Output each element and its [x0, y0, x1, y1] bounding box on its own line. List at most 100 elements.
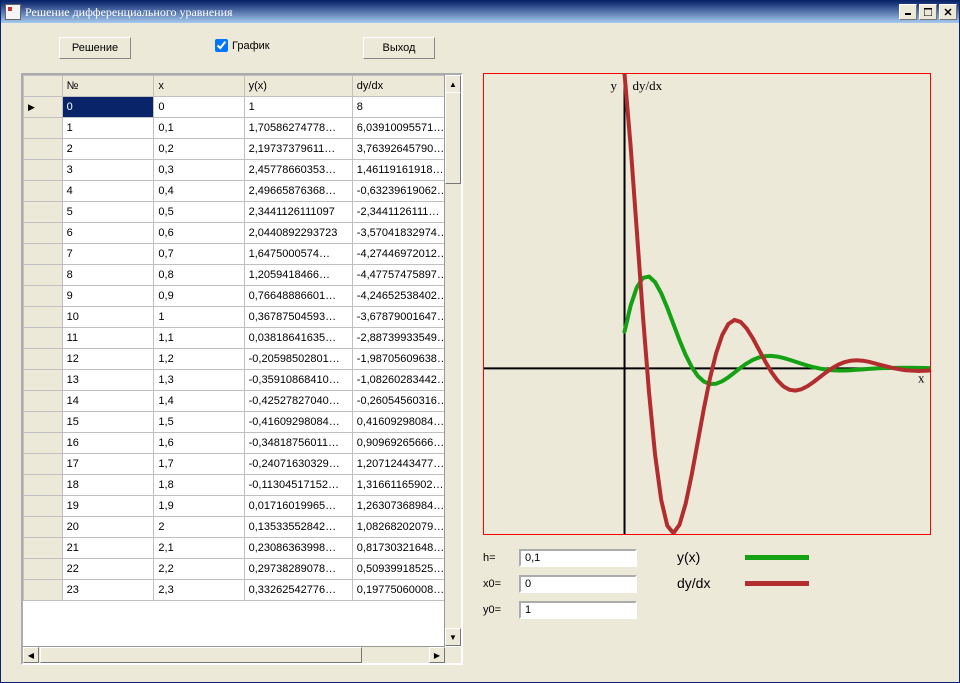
cell[interactable]: 0,13533552842… — [244, 517, 352, 538]
scroll-up-icon[interactable]: ▲ — [445, 75, 461, 93]
table-row[interactable]: 171,7-0,24071630329…1,20712443477… — [24, 454, 461, 475]
cell[interactable]: 1,9 — [154, 496, 244, 517]
table-row[interactable]: 60,62,0440892293723-3,57041832974… — [24, 223, 461, 244]
cell[interactable]: 2,0440892293723 — [244, 223, 352, 244]
cell[interactable]: 21 — [62, 538, 154, 559]
col-header-x[interactable]: x — [154, 76, 244, 97]
cell[interactable]: 0 — [154, 97, 244, 118]
table-row[interactable]: 222,20,29738289078…0,50939918525… — [24, 559, 461, 580]
cell[interactable]: 0,03818641635… — [244, 328, 352, 349]
scroll-left-icon[interactable]: ◀ — [23, 647, 39, 663]
cell[interactable]: 1 — [244, 97, 352, 118]
table-row[interactable]: 151,5-0,41609298084…0,41609298084… — [24, 412, 461, 433]
cell[interactable]: 6 — [62, 223, 154, 244]
title-bar[interactable]: Решение дифференциального уравнения — [1, 1, 959, 23]
cell[interactable]: 1,6 — [154, 433, 244, 454]
cell[interactable]: 0,1 — [154, 118, 244, 139]
cell[interactable]: 0 — [62, 97, 154, 118]
horizontal-scrollbar[interactable]: ◀ ▶ — [23, 646, 445, 663]
cell[interactable]: 14 — [62, 391, 154, 412]
table-row[interactable]: 20,22,19737379611…3,76392645790… — [24, 139, 461, 160]
cell[interactable]: -0,34818756011… — [244, 433, 352, 454]
cell[interactable]: 1,1 — [154, 328, 244, 349]
table-row[interactable]: 2020,13533552842…1,08268202079… — [24, 517, 461, 538]
cell[interactable]: -0,11304517152… — [244, 475, 352, 496]
maximize-button[interactable] — [919, 4, 937, 20]
table-row[interactable]: 161,6-0,34818756011…0,90969265666… — [24, 433, 461, 454]
table-row[interactable]: 0018 — [24, 97, 461, 118]
cell[interactable]: 5 — [62, 202, 154, 223]
cell[interactable]: 2,19737379611… — [244, 139, 352, 160]
cell[interactable]: 2,45778660353… — [244, 160, 352, 181]
h-input[interactable] — [519, 549, 637, 567]
table-row[interactable]: 10,11,70586274778…6,03910095571… — [24, 118, 461, 139]
cell[interactable]: 0,3 — [154, 160, 244, 181]
table-row[interactable]: 40,42,49665876368…-0,63239619062… — [24, 181, 461, 202]
table-row[interactable]: 90,90,76648886601…-4,24652538402… — [24, 286, 461, 307]
minimize-button[interactable] — [899, 4, 917, 20]
scroll-right-icon[interactable]: ▶ — [429, 647, 445, 663]
table-row[interactable]: 30,32,45778660353…1,46119161918… — [24, 160, 461, 181]
table-row[interactable]: 131,3-0,35910868410…-1,08260283442… — [24, 370, 461, 391]
cell[interactable]: 1,3 — [154, 370, 244, 391]
table-row[interactable]: 181,8-0,11304517152…1,31661165902… — [24, 475, 461, 496]
cell[interactable]: 1,2059418466… — [244, 265, 352, 286]
cell[interactable]: 0,4 — [154, 181, 244, 202]
cell[interactable]: 9 — [62, 286, 154, 307]
cell[interactable]: 0,5 — [154, 202, 244, 223]
chart-checkbox-label[interactable]: График — [232, 40, 270, 52]
cell[interactable]: 2,2 — [154, 559, 244, 580]
cell[interactable]: 0,2 — [154, 139, 244, 160]
cell[interactable]: 2,3441126111097 — [244, 202, 352, 223]
cell[interactable]: 16 — [62, 433, 154, 454]
cell[interactable]: 0,33262542776… — [244, 580, 352, 601]
cell[interactable]: 12 — [62, 349, 154, 370]
table-row[interactable]: 50,52,3441126111097-2,3441126111… — [24, 202, 461, 223]
cell[interactable]: -0,20598502801… — [244, 349, 352, 370]
col-header-num[interactable]: № — [62, 76, 154, 97]
cell[interactable]: 0,36787504593… — [244, 307, 352, 328]
table-row[interactable]: 111,10,03818641635…-2,88739933549… — [24, 328, 461, 349]
cell[interactable]: 1,70586274778… — [244, 118, 352, 139]
data-grid[interactable]: № x y(x) dy/dx 001810,11,70586274778…6,0… — [21, 73, 463, 665]
cell[interactable]: 15 — [62, 412, 154, 433]
col-header-y[interactable]: y(x) — [244, 76, 352, 97]
cell[interactable]: 19 — [62, 496, 154, 517]
cell[interactable]: 2,1 — [154, 538, 244, 559]
cell[interactable]: 1,2 — [154, 349, 244, 370]
scroll-thumb-h[interactable] — [40, 647, 362, 663]
cell[interactable]: 3 — [62, 160, 154, 181]
cell[interactable]: -0,24071630329… — [244, 454, 352, 475]
cell[interactable]: 0,23086363998… — [244, 538, 352, 559]
cell[interactable]: 8 — [62, 265, 154, 286]
cell[interactable]: 20 — [62, 517, 154, 538]
table-row[interactable]: 1010,36787504593…-3,67879001647… — [24, 307, 461, 328]
cell[interactable]: -0,42527827040… — [244, 391, 352, 412]
cell[interactable]: 1,5 — [154, 412, 244, 433]
cell[interactable]: 18 — [62, 475, 154, 496]
cell[interactable]: -0,41609298084… — [244, 412, 352, 433]
cell[interactable]: 11 — [62, 328, 154, 349]
cell[interactable]: 2 — [62, 139, 154, 160]
table-row[interactable]: 191,90,01716019965…1,26307368984… — [24, 496, 461, 517]
cell[interactable]: 0,7 — [154, 244, 244, 265]
cell[interactable]: 0,76648886601… — [244, 286, 352, 307]
cell[interactable]: 1 — [154, 307, 244, 328]
table-row[interactable]: 232,30,33262542776…0,19775060008… — [24, 580, 461, 601]
table-row[interactable]: 121,2-0,20598502801…-1,98705609638… — [24, 349, 461, 370]
x0-input[interactable] — [519, 575, 637, 593]
cell[interactable]: 0,01716019965… — [244, 496, 352, 517]
vertical-scrollbar[interactable]: ▲ ▼ — [444, 75, 461, 646]
solve-button[interactable]: Решение — [59, 37, 131, 59]
scroll-down-icon[interactable]: ▼ — [445, 628, 461, 646]
cell[interactable]: 2 — [154, 517, 244, 538]
cell[interactable]: 10 — [62, 307, 154, 328]
cell[interactable]: 23 — [62, 580, 154, 601]
cell[interactable]: 17 — [62, 454, 154, 475]
table-row[interactable]: 70,71,6475000574…-4,27446972012… — [24, 244, 461, 265]
cell[interactable]: 22 — [62, 559, 154, 580]
chart-checkbox[interactable] — [215, 39, 228, 52]
cell[interactable]: 7 — [62, 244, 154, 265]
y0-input[interactable] — [519, 601, 637, 619]
cell[interactable]: 1,4 — [154, 391, 244, 412]
